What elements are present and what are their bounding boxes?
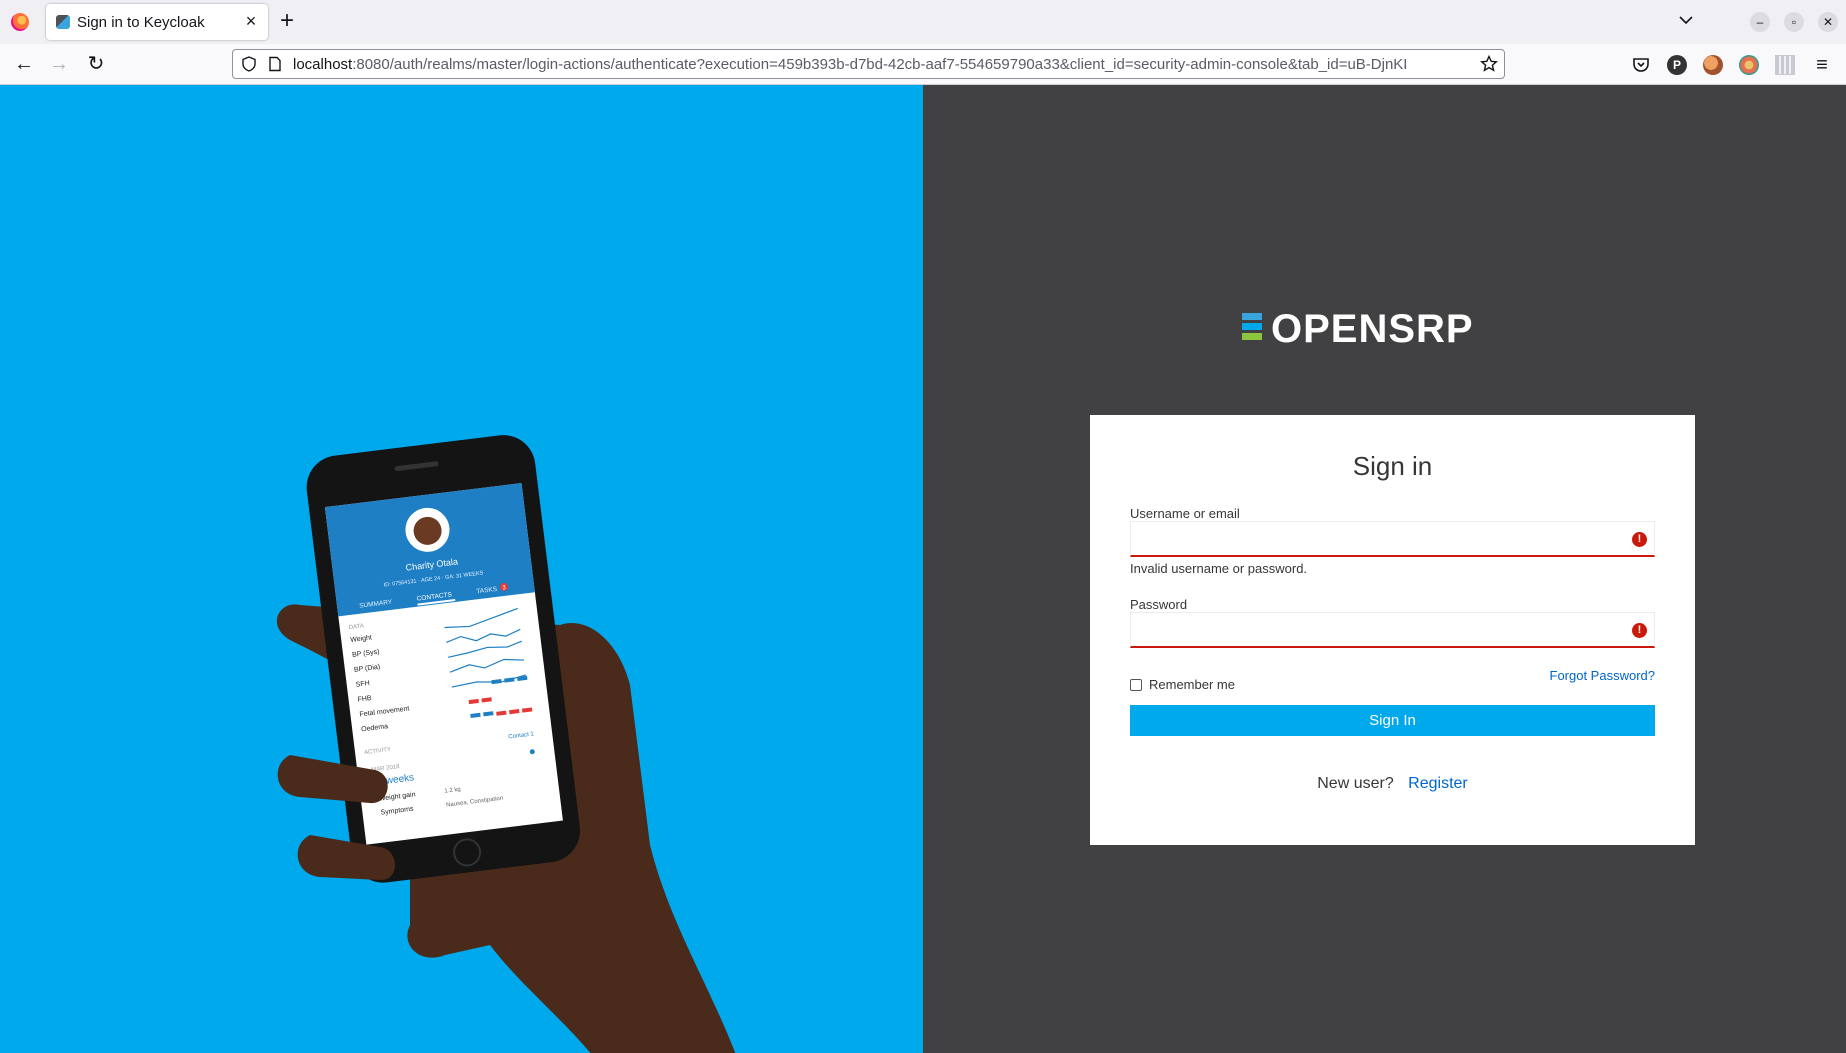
page-info-icon[interactable] xyxy=(267,56,283,72)
login-card: Sign in Username or email ! Invalid user… xyxy=(1090,415,1695,845)
username-input[interactable]: ! xyxy=(1130,521,1655,557)
forward-arrow-icon[interactable]: → xyxy=(47,52,71,76)
bookmark-star-icon[interactable] xyxy=(1480,55,1498,73)
reload-icon[interactable]: ↻ xyxy=(84,52,108,76)
address-bar[interactable]: localhost:8080/auth/realms/master/login-… xyxy=(232,49,1505,79)
logo-bar xyxy=(1242,313,1262,320)
password-label: Password xyxy=(1130,597,1188,612)
tab-list-chevron-icon[interactable] xyxy=(1676,10,1696,30)
new-user-row: New user? Register xyxy=(1090,775,1695,793)
extension-globe-icon[interactable] xyxy=(1739,55,1759,75)
tab-title: Sign in to Keycloak xyxy=(77,14,205,31)
password-input[interactable]: ! xyxy=(1130,612,1655,648)
tab-close-icon[interactable]: × xyxy=(242,10,260,32)
remember-me-checkbox[interactable] xyxy=(1130,679,1142,691)
error-exclamation-icon: ! xyxy=(1632,623,1647,638)
url-host: localhost xyxy=(293,56,353,73)
window-close-icon[interactable]: ✕ xyxy=(1818,12,1838,32)
url-path: :8080/auth/realms/master/login-actions/a… xyxy=(352,56,1408,73)
new-user-text: New user? xyxy=(1317,775,1394,792)
remember-me-label[interactable]: Remember me xyxy=(1149,677,1235,692)
firefox-logo-icon[interactable] xyxy=(11,13,29,31)
profile-avatar-icon[interactable]: P xyxy=(1667,55,1687,75)
extension-cookie-icon[interactable] xyxy=(1703,55,1723,75)
signin-title: Sign in xyxy=(1352,451,1433,481)
browser-nav-bar: ← → ↻ localhost:8080/auth/realms/master/… xyxy=(0,44,1846,85)
back-arrow-icon[interactable]: ← xyxy=(12,52,36,76)
browser-tab-bar: Sign in to Keycloak × + – ▫ ✕ xyxy=(0,0,1846,44)
keycloak-favicon-icon xyxy=(56,15,70,29)
window-restore-icon[interactable]: ▫ xyxy=(1784,12,1804,32)
extension-grid-icon[interactable] xyxy=(1775,55,1795,75)
opensrp-logo-mark-icon xyxy=(1242,313,1262,343)
logo-text: OPENSRP xyxy=(1271,307,1474,351)
register-link[interactable]: Register xyxy=(1408,775,1468,792)
window-minimize-icon[interactable]: – xyxy=(1750,12,1770,32)
page-content: Charity Otala ID: 07564131 · AGE 24 · GA… xyxy=(0,85,1846,1053)
sign-in-button[interactable]: Sign In xyxy=(1130,705,1655,736)
logo-bar xyxy=(1242,323,1262,330)
logo-bar xyxy=(1242,333,1262,340)
hand-holding-phone-illustration: Charity Otala ID: 07564131 · AGE 24 · GA… xyxy=(277,435,736,1053)
browser-tab[interactable]: Sign in to Keycloak × xyxy=(46,4,268,40)
hamburger-menu-icon[interactable]: ≡ xyxy=(1812,55,1832,75)
error-message: Invalid username or password. xyxy=(1130,561,1308,576)
url-text: localhost:8080/auth/realms/master/login-… xyxy=(293,56,1407,73)
hero-image-panel: Charity Otala ID: 07564131 · AGE 24 · GA… xyxy=(0,85,923,1053)
username-label: Username or email xyxy=(1130,506,1240,521)
tracking-shield-icon[interactable] xyxy=(241,56,257,72)
new-tab-icon[interactable]: + xyxy=(280,9,294,33)
error-exclamation-icon: ! xyxy=(1632,532,1647,547)
pocket-icon[interactable] xyxy=(1631,55,1651,75)
forgot-password-link[interactable]: Forgot Password? xyxy=(1550,668,1656,683)
